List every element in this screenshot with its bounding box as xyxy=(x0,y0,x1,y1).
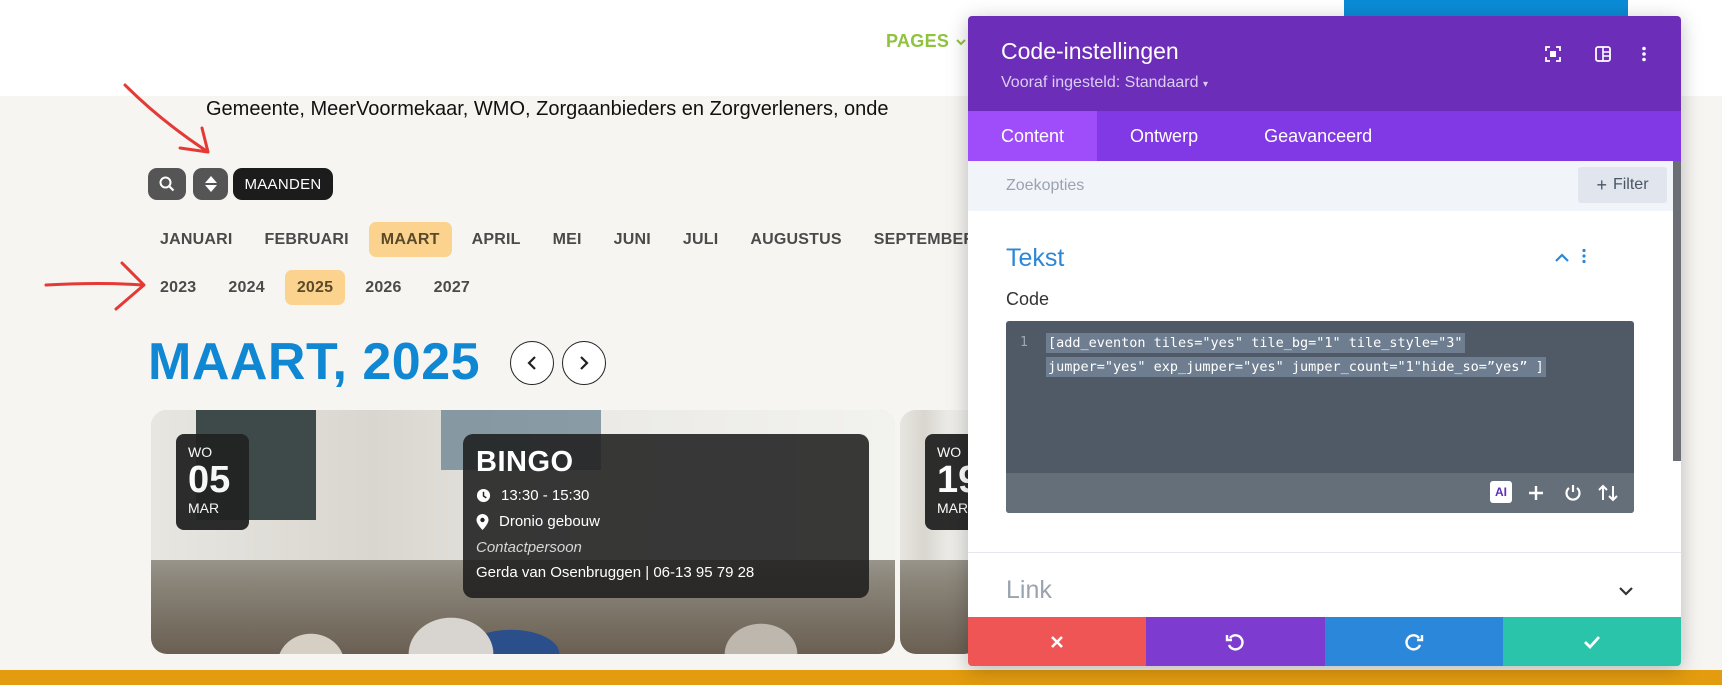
month-pill[interactable]: JANUARI xyxy=(148,222,245,257)
code-line: [add_eventon tiles="yes" tile_bg="1" til… xyxy=(1046,333,1465,353)
chevron-down-icon[interactable] xyxy=(1618,586,1634,596)
options-search[interactable]: Zoekopties + Filter xyxy=(968,161,1681,211)
event-tile[interactable]: WO 05 MAR BINGO 13:30 - 15:30 Dronio geb… xyxy=(151,410,895,654)
event-location-row: Dronio gebouw xyxy=(476,513,856,530)
year-pill[interactable]: 2024 xyxy=(216,270,276,305)
year-jumper: 2023 2024 2025 2026 2027 xyxy=(148,270,482,305)
save-button[interactable] xyxy=(1502,617,1681,666)
month-pill[interactable]: JUNI xyxy=(602,222,663,257)
month-pill[interactable]: AUGUSTUS xyxy=(738,222,853,257)
year-pill-active[interactable]: 2025 xyxy=(284,270,346,305)
preset-selector[interactable]: Vooraf ingesteld: Standaard ▾ xyxy=(1001,74,1208,92)
code-editor[interactable]: 1 [add_eventon tiles="yes" tile_bg="1" t… xyxy=(1006,321,1634,513)
prev-month-button[interactable] xyxy=(510,341,554,385)
plus-icon: + xyxy=(1596,174,1607,195)
footer-bar xyxy=(0,670,1722,685)
line-number: 1 xyxy=(1020,335,1028,350)
filter-button[interactable]: + Filter xyxy=(1578,167,1667,203)
split-view-button[interactable] xyxy=(1591,42,1615,66)
search-icon xyxy=(159,176,175,192)
panel-footer xyxy=(968,617,1681,666)
month-pill-active[interactable]: MAART xyxy=(368,222,452,257)
event-time: 13:30 - 15:30 xyxy=(501,487,590,504)
nav-pages-label: PAGES xyxy=(886,31,950,51)
chevron-down-icon xyxy=(956,38,966,45)
fullscreen-button[interactable] xyxy=(1541,42,1565,66)
calendar-search-button[interactable] xyxy=(148,168,186,200)
event-info-box: BINGO 13:30 - 15:30 Dronio gebouw Contac… xyxy=(463,434,869,598)
header-button[interactable] xyxy=(1344,0,1628,16)
fullscreen-icon xyxy=(1545,46,1561,62)
intro-text: Gemeente, MeerVoormekaar, WMO, Zorgaanbi… xyxy=(206,98,889,120)
sort-icon xyxy=(204,176,217,192)
month-pill[interactable]: MEI xyxy=(541,222,594,257)
chevron-left-icon xyxy=(527,356,536,370)
caret-down-icon: ▾ xyxy=(1202,79,1208,90)
redo-icon xyxy=(1404,633,1423,651)
year-pill[interactable]: 2027 xyxy=(422,270,482,305)
section-link-title[interactable]: Link xyxy=(1006,576,1052,605)
calendar-heading: MAART, 2025 xyxy=(148,333,481,391)
month-pill[interactable]: FEBRUARI xyxy=(253,222,361,257)
redo-button[interactable] xyxy=(1324,617,1503,666)
section-divider xyxy=(968,552,1681,553)
month-pill[interactable]: JULI xyxy=(671,222,730,257)
chevron-right-icon xyxy=(580,356,589,370)
chevron-up-icon[interactable] xyxy=(1554,253,1570,263)
more-vertical-icon[interactable] xyxy=(1582,248,1586,264)
code-settings-panel: Code-instellingen Vooraf ingesteld: Stan… xyxy=(968,16,1681,666)
tab-ontwerp[interactable]: Ontwerp xyxy=(1097,111,1231,161)
year-pill[interactable]: 2026 xyxy=(353,270,413,305)
search-placeholder: Zoekopties xyxy=(1006,177,1085,194)
ai-button[interactable]: AI xyxy=(1490,481,1512,503)
event-date-box: WO 05 MAR xyxy=(176,434,249,530)
tab-content[interactable]: Content xyxy=(968,111,1098,161)
panel-header: Code-instellingen Vooraf ingesteld: Stan… xyxy=(968,16,1681,111)
tab-geavanceerd[interactable]: Geavanceerd xyxy=(1231,111,1405,161)
section-tekst-title[interactable]: Tekst xyxy=(1006,244,1064,273)
panel-title: Code-instellingen xyxy=(1001,38,1179,64)
more-vertical-icon xyxy=(1642,46,1646,62)
clock-icon xyxy=(476,488,491,503)
nav-pages-menu[interactable]: PAGES xyxy=(886,31,967,52)
split-view-icon xyxy=(1595,46,1611,62)
annotation-arrow-icon xyxy=(44,261,146,311)
event-month: MAR xyxy=(188,500,220,516)
code-field-label: Code xyxy=(1006,289,1050,309)
code-line: jumper="yes" exp_jumper="yes" jumper_cou… xyxy=(1046,357,1546,377)
event-weekday: WO xyxy=(188,444,213,460)
close-icon xyxy=(1051,635,1064,648)
annotation-arrow-icon xyxy=(123,83,210,154)
sort-arrows-icon[interactable] xyxy=(1596,481,1620,505)
month-pill[interactable]: APRIL xyxy=(460,222,533,257)
undo-button[interactable] xyxy=(1146,617,1325,666)
add-icon[interactable] xyxy=(1524,481,1548,505)
event-title: BINGO xyxy=(476,446,574,478)
editor-toolbar: AI xyxy=(1006,473,1634,513)
power-icon[interactable] xyxy=(1561,481,1585,505)
contact-info: Gerda van Osenbruggen | 06-13 95 79 28 xyxy=(476,564,755,581)
more-options-button[interactable] xyxy=(1632,42,1656,66)
event-location: Dronio gebouw xyxy=(499,513,600,530)
cancel-button[interactable] xyxy=(968,617,1147,666)
sort-toggle-button[interactable] xyxy=(193,168,228,200)
event-day: 05 xyxy=(188,459,231,501)
event-time-row: 13:30 - 15:30 xyxy=(476,487,856,504)
location-pin-icon xyxy=(476,513,489,530)
filter-label: Filter xyxy=(1612,176,1649,193)
month-jumper: JANUARI FEBRUARI MAART APRIL MEI JUNI JU… xyxy=(148,222,987,257)
year-pill[interactable]: 2023 xyxy=(148,270,208,305)
panel-tabs: Content Ontwerp Geavanceerd xyxy=(968,111,1681,161)
checkmark-icon xyxy=(1583,635,1600,649)
contact-label: Contactpersoon xyxy=(476,539,582,556)
code-content[interactable]: [add_eventon tiles="yes" tile_bg="1" til… xyxy=(1046,331,1626,379)
panel-scrollbar[interactable] xyxy=(1673,161,1681,461)
undo-icon xyxy=(1226,633,1245,651)
next-month-button[interactable] xyxy=(562,341,606,385)
months-toggle-button[interactable]: MAANDEN xyxy=(233,168,333,200)
preset-label: Vooraf ingesteld: Standaard xyxy=(1001,74,1199,91)
